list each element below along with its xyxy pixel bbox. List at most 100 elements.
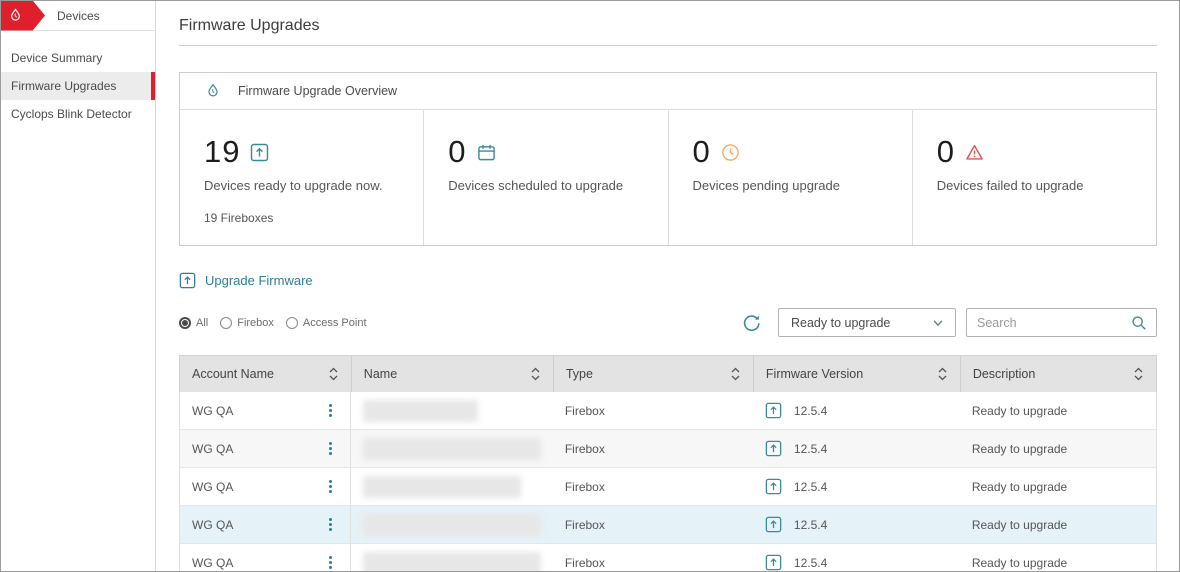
radio-access-point[interactable]: Access Point [286, 317, 367, 329]
description-cell: Ready to upgrade [960, 392, 1156, 429]
refresh-button[interactable] [740, 312, 762, 334]
device-type-cell: Firebox [553, 430, 753, 467]
device-type-cell: Firebox [553, 544, 753, 571]
firmware-version: 12.5.4 [794, 556, 827, 570]
kebab-menu-icon[interactable] [324, 517, 338, 533]
table-header: Account Name Name Type Firmware Version … [179, 355, 1157, 392]
account-name: WG QA [192, 518, 233, 532]
column-header-account-name[interactable]: Account Name [180, 356, 351, 392]
kebab-menu-icon[interactable] [324, 403, 338, 419]
redacted-device-name [363, 514, 541, 536]
firmware-overview-card: Firmware Upgrade Overview 19 Devices rea… [179, 72, 1157, 246]
redacted-device-name [363, 400, 478, 422]
filter-row: All Firebox Access Point [179, 308, 1157, 337]
account-name: WG QA [192, 442, 233, 456]
sort-icon[interactable] [530, 366, 541, 382]
account-name: WG QA [192, 480, 233, 494]
filter-controls: Ready to upgrade [740, 308, 1157, 337]
kebab-menu-icon[interactable] [324, 441, 338, 457]
column-header-description[interactable]: Description [960, 356, 1156, 392]
watchguard-logo [1, 1, 45, 31]
main-content: Firmware Upgrades Firmware Upgrade Overv… [156, 1, 1179, 571]
device-name-cell [351, 392, 553, 429]
sidebar-nav: Device Summary Firmware Upgrades Cyclops… [1, 44, 155, 128]
device-type-cell: Firebox [553, 468, 753, 505]
upload-icon [765, 478, 782, 495]
refresh-icon [740, 312, 762, 334]
radio-circle [179, 317, 191, 329]
upgrade-firmware-label: Upgrade Firmware [205, 273, 313, 288]
description-cell: Ready to upgrade [960, 430, 1156, 467]
sidebar-item-label: Firmware Upgrades [11, 79, 116, 93]
device-type-radios: All Firebox Access Point [179, 317, 379, 329]
calendar-icon [477, 143, 496, 162]
stat-label: Devices pending upgrade [693, 178, 900, 193]
table-row[interactable]: WG QA Firebox 12.5.4 Ready to upgrade [180, 544, 1156, 571]
redacted-device-name [363, 438, 541, 460]
stat-sublabel: 19 Fireboxes [204, 211, 411, 225]
device-type-cell: Firebox [553, 392, 753, 429]
search-box [966, 308, 1157, 337]
column-header-type[interactable]: Type [553, 356, 753, 392]
stat-label: Devices scheduled to upgrade [448, 178, 655, 193]
upgrade-firmware-button[interactable]: Upgrade Firmware [179, 272, 313, 289]
sidebar-item-firmware-upgrades[interactable]: Firmware Upgrades [1, 72, 155, 100]
search-input[interactable] [969, 316, 1131, 330]
table-row[interactable]: WG QA Firebox 12.5.4 Ready to upgrade [180, 430, 1156, 468]
chevron-down-icon [931, 316, 945, 330]
stat-ready-to-upgrade: 19 Devices ready to upgrade now. 19 Fire… [180, 110, 424, 245]
overview-card-header: Firmware Upgrade Overview [180, 73, 1156, 110]
warning-icon [965, 143, 984, 162]
account-name-cell: WG QA [180, 430, 351, 467]
search-icon[interactable] [1131, 315, 1147, 331]
column-header-firmware-version[interactable]: Firmware Version [753, 356, 960, 392]
devices-topbar: Devices [1, 1, 155, 31]
sidebar-item-cyclops-blink-detector[interactable]: Cyclops Blink Detector [1, 100, 155, 128]
sort-icon[interactable] [730, 366, 741, 382]
table-row[interactable]: WG QA Firebox 12.5.4 Ready to upgrade [180, 468, 1156, 506]
sort-icon[interactable] [1133, 366, 1144, 382]
upload-icon [765, 402, 782, 419]
device-name-cell [351, 544, 553, 571]
stat-value: 0 [448, 134, 466, 170]
firmware-version-cell: 12.5.4 [753, 506, 960, 543]
redacted-device-name [363, 476, 521, 498]
upload-icon [765, 516, 782, 533]
description-cell: Ready to upgrade [960, 544, 1156, 571]
table-row[interactable]: WG QA Firebox 12.5.4 Ready to upgrade [180, 506, 1156, 544]
device-name-cell [351, 468, 553, 505]
upgrade-status-filter-select[interactable]: Ready to upgrade [778, 308, 956, 337]
firmware-version: 12.5.4 [794, 442, 827, 456]
clock-icon [721, 143, 740, 162]
active-accent-bar [151, 72, 155, 100]
upload-icon [179, 272, 196, 289]
radio-all[interactable]: All [179, 317, 208, 329]
sort-icon[interactable] [937, 366, 948, 382]
sidebar-item-device-summary[interactable]: Device Summary [1, 44, 155, 72]
table-row[interactable]: WG QA Firebox 12.5.4 Ready to upgrade [180, 392, 1156, 430]
upload-icon [765, 440, 782, 457]
kebab-menu-icon[interactable] [324, 555, 338, 571]
firmware-version: 12.5.4 [794, 518, 827, 532]
radio-firebox[interactable]: Firebox [220, 317, 274, 329]
column-header-name[interactable]: Name [351, 356, 553, 392]
stat-failed: 0 Devices failed to upgrade [913, 110, 1156, 245]
device-type-cell: Firebox [553, 506, 753, 543]
account-name: WG QA [192, 556, 233, 570]
radio-label: Firebox [237, 317, 274, 329]
app-window: Devices Device Summary Firmware Upgrades… [0, 0, 1180, 572]
firmware-version-cell: 12.5.4 [753, 392, 960, 429]
stat-pending: 0 Devices pending upgrade [669, 110, 913, 245]
sort-icon[interactable] [328, 366, 339, 382]
kebab-menu-icon[interactable] [324, 479, 338, 495]
topbar-title: Devices [57, 9, 100, 23]
radio-label: All [196, 317, 208, 329]
account-name-cell: WG QA [180, 506, 351, 543]
account-name: WG QA [192, 404, 233, 418]
radio-circle [220, 317, 232, 329]
firmware-version-cell: 12.5.4 [753, 430, 960, 467]
redacted-device-name [363, 552, 541, 572]
account-name-cell: WG QA [180, 468, 351, 505]
selected-filter-value: Ready to upgrade [791, 316, 931, 330]
overview-stats: 19 Devices ready to upgrade now. 19 Fire… [180, 110, 1156, 245]
